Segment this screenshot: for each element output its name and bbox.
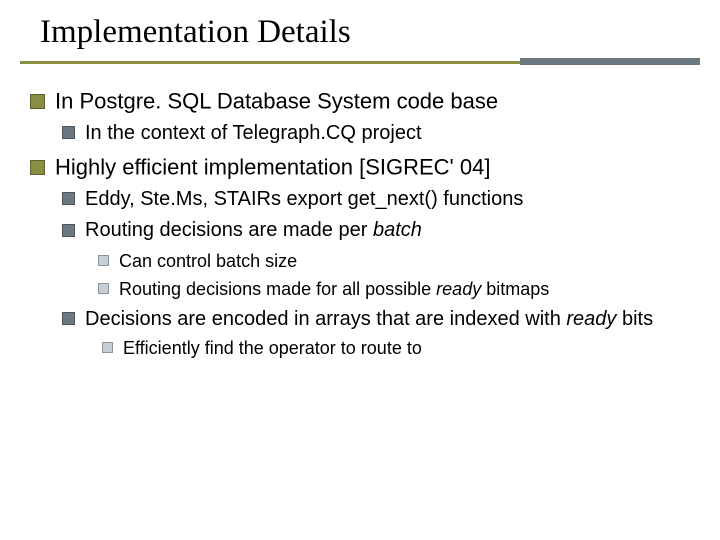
bullet-lvl2: In the context of Telegraph.CQ project <box>62 121 700 146</box>
slide-title: Implementation Details <box>40 14 720 51</box>
bullet-text: Decisions are encoded in arrays that are… <box>85 308 653 330</box>
bullet-text: Efficiently find the operator to route t… <box>123 338 422 358</box>
bullet-lvl3: Routing decisions made for all possible … <box>98 277 700 301</box>
bullet-text: Routing decisions made for all possible … <box>119 279 549 299</box>
square-bullet-icon <box>62 192 75 205</box>
text-run: bits <box>616 308 653 330</box>
square-bullet-icon <box>62 312 75 325</box>
bullet-lvl2: Routing decisions are made per batch Can… <box>62 218 700 300</box>
bullet-text: In Postgre. SQL Database System code bas… <box>55 88 498 113</box>
slide-body: In Postgre. SQL Database System code bas… <box>30 80 700 530</box>
bullet-text: Eddy, Ste.Ms, STAIRs export get_next() f… <box>85 188 523 210</box>
text-em: ready <box>566 308 616 330</box>
bullet-text: Highly efficient implementation [SIGREC'… <box>55 155 490 180</box>
title-bar: Implementation Details <box>0 0 720 51</box>
underline-slate <box>520 58 700 65</box>
square-bullet-icon <box>98 283 109 294</box>
bullet-lvl3: Efficiently find the operator to route t… <box>102 336 700 360</box>
square-bullet-icon <box>102 342 113 353</box>
bullet-lvl1: In Postgre. SQL Database System code bas… <box>30 86 700 146</box>
bullet-text: Routing decisions are made per batch <box>85 220 422 242</box>
bullet-lvl2: Eddy, Ste.Ms, STAIRs export get_next() f… <box>62 187 700 212</box>
square-bullet-icon <box>30 160 45 175</box>
title-underline <box>20 58 700 66</box>
bullet-lvl3: Can control batch size <box>98 249 700 273</box>
square-bullet-icon <box>30 94 45 109</box>
text-run: Routing decisions are made per <box>85 220 373 242</box>
text-run: Routing decisions made for all possible <box>119 279 436 299</box>
text-em: batch <box>373 220 422 242</box>
bullet-text: In the context of Telegraph.CQ project <box>85 122 422 144</box>
text-run: bitmaps <box>481 279 549 299</box>
bullet-lvl1: Highly efficient implementation [SIGREC'… <box>30 152 700 359</box>
bullet-lvl2: Decisions are encoded in arrays that are… <box>62 307 700 360</box>
square-bullet-icon <box>98 255 109 266</box>
text-run: Decisions are encoded in arrays that are… <box>85 308 566 330</box>
bullet-text: Can control batch size <box>119 251 297 271</box>
text-em: ready <box>436 279 481 299</box>
square-bullet-icon <box>62 126 75 139</box>
square-bullet-icon <box>62 224 75 237</box>
